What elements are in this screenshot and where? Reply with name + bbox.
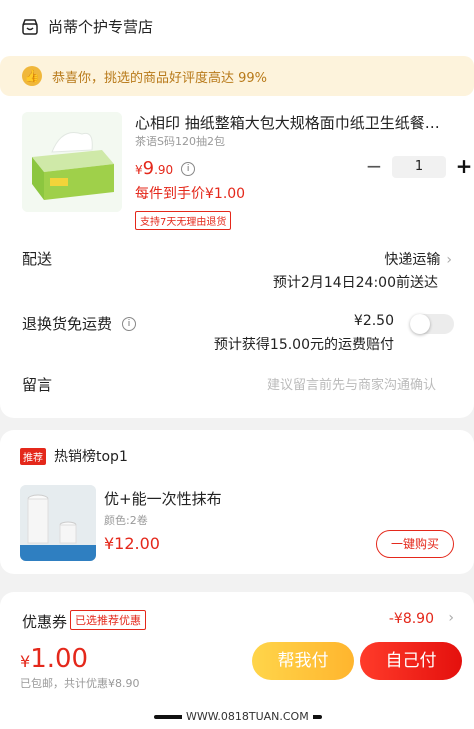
recommend-item-price: ¥12.00 [104,534,160,553]
chevron-right-icon: › [446,252,452,268]
recommend-card: 推荐 热销榜top1 优+能一次性抹布 颜色:2卷 ¥12.00 一键购买 [0,430,474,574]
recommend-item-title[interactable]: 优+能一次性抹布 [104,488,222,509]
info-icon[interactable]: i [181,162,196,176]
recommend-image[interactable] [20,485,96,561]
return-insurance-label: 退换货免运费 i [22,313,137,334]
total-value: 1.00 [30,644,89,674]
recommend-badge: 推荐 [20,447,46,465]
product-image[interactable] [22,112,122,212]
return-insurance-price: ¥2.50 [353,313,394,329]
minus-button[interactable]: − [362,154,386,180]
checkout-bar: 优惠券 已选推荐优惠 -¥8.90 › ¥1.00 已包邮，共计优惠¥8.90 … [0,592,474,729]
help-pay-button[interactable]: 帮我付 [252,642,354,680]
product-price: ¥ 9 .90 i [135,158,196,179]
chevron-right-icon[interactable]: › [448,610,454,626]
total-discount-text: 已包邮，共计优惠¥8.90 [20,677,140,690]
self-pay-button[interactable]: 自己付 [360,642,462,680]
shop-icon [22,18,38,35]
coupon-value[interactable]: -¥8.90 [389,611,434,627]
return-insurance-text: 退换货免运费 [22,315,113,333]
return-insurance-desc: 预计获得15.00元的运费赔付 [213,337,394,353]
total-price: ¥1.00 [20,644,88,674]
hand-price: 每件到手价¥1.00 [135,186,246,202]
message-input[interactable]: 建议留言前先与商家沟通确认 [267,374,436,393]
plus-button[interactable]: + [452,154,474,180]
return-insurance-toggle[interactable] [410,314,454,334]
promo-banner: 👍 恭喜你，挑选的商品好评度高达 99% [0,56,474,96]
delivery-method[interactable]: 快递运输 › [384,249,452,269]
recommend-header: 推荐 热销榜top1 [20,446,128,466]
quantity-stepper: − 1 + [362,154,474,180]
product-title[interactable]: 心相印 抽纸整箱大包大规格面巾纸卫生纸餐巾... [135,112,450,133]
thumb-icon: 👍 [22,66,42,86]
info-icon[interactable]: i [122,316,137,331]
shop-header[interactable]: 尚蒂个护专营店 [22,16,153,37]
watermark-text: WWW.0818TUAN.COM [182,710,313,723]
quantity-value[interactable]: 1 [392,156,446,178]
order-card: 尚蒂个护专营店 👍 恭喜你，挑选的商品好评度高达 99% 心相印 抽纸整箱大包大… [0,0,474,418]
shop-name: 尚蒂个护专营店 [48,18,154,36]
price-integer: 9 [142,158,155,179]
total-symbol: ¥ [20,652,31,671]
delivery-eta: 预计2月14日24:00前送达 [272,275,438,291]
delivery-label: 配送 [22,250,53,268]
delivery-method-text: 快递运输 [384,252,441,268]
one-click-buy-button[interactable]: 一键购买 [376,530,454,558]
message-label: 留言 [22,376,53,394]
promo-text: 恭喜你，挑选的商品好评度高达 99% [52,70,268,86]
coupon-label: 优惠券 [22,613,68,631]
coupon-tag[interactable]: 已选推荐优惠 [70,610,146,630]
price-symbol: ¥ [135,163,143,177]
price-decimal: .90 [154,163,174,177]
product-spec[interactable]: 茶语S码120抽2包 [135,133,225,149]
recommend-title: 热销榜top1 [54,449,128,465]
recommend-item-spec: 颜色:2卷 [104,514,148,527]
return-policy-tag: 支持7天无理由退货 [135,211,232,230]
